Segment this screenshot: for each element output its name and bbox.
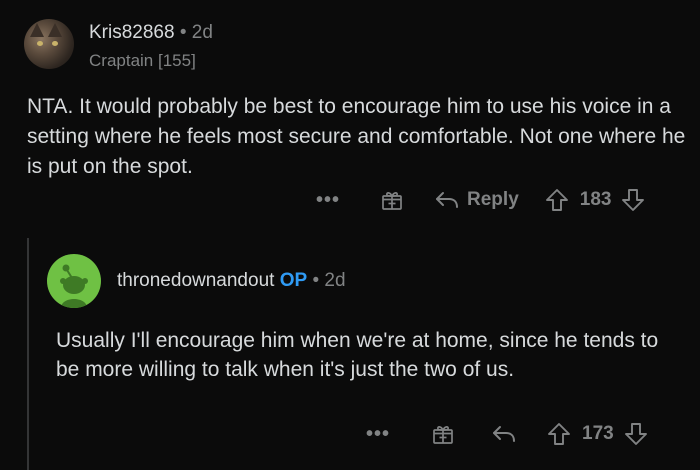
downvote-button[interactable] [624,422,648,446]
reply-arrow-icon [493,426,516,442]
comment-username[interactable]: Kris82868 [89,22,175,43]
reply-arrow-icon [436,192,459,208]
gift-icon [382,192,402,210]
gift-icon [433,426,453,444]
downvote-arrow-icon [624,423,647,445]
thread-collapse-line[interactable] [27,238,29,470]
avatar-ear-right [48,23,62,37]
vote-score: 183 [579,189,612,210]
snoo-icon [60,264,88,308]
upvote-button[interactable] [547,422,571,446]
comment-meta: Kris82868 • 2d [89,22,213,44]
reply-button[interactable] [491,423,517,445]
reply-username[interactable]: thronedownandout [117,270,274,291]
award-button[interactable] [431,422,455,446]
comment-body: NTA. It would probably be best to encour… [27,95,686,178]
op-badge: OP [279,270,308,291]
reply-button[interactable]: Reply [434,189,519,211]
upvote-arrow-icon [545,189,568,211]
vote-score: 173 [582,423,614,444]
meta-separator: • [179,22,187,43]
reply-timestamp: 2d [324,270,346,291]
reply-body: Usually I'll encourage him when we're at… [56,329,659,381]
more-options-button[interactable]: ••• [316,189,340,212]
avatar-eye-right [52,41,58,46]
avatar-eye-left [37,41,43,46]
upvote-arrow-icon [548,423,570,445]
reply-label: Reply [467,189,519,210]
downvote-button[interactable] [621,188,645,212]
more-options-button[interactable]: ••• [366,423,390,446]
snoo-avatar[interactable] [47,254,101,308]
reply-meta: thronedownandout OP • 2d [117,270,346,292]
user-flair: Craptain [155] [89,51,196,70]
avatar-ear-left [30,23,44,37]
comment-timestamp: 2d [191,22,213,43]
upvote-button[interactable] [545,188,569,212]
reply-action-bar: ••• 173 [366,422,648,446]
user-avatar[interactable] [24,19,74,69]
downvote-arrow-icon [622,189,645,211]
meta-separator: • [312,270,320,291]
award-button[interactable] [380,188,404,212]
comment-action-bar: ••• Reply 183 [316,188,645,212]
